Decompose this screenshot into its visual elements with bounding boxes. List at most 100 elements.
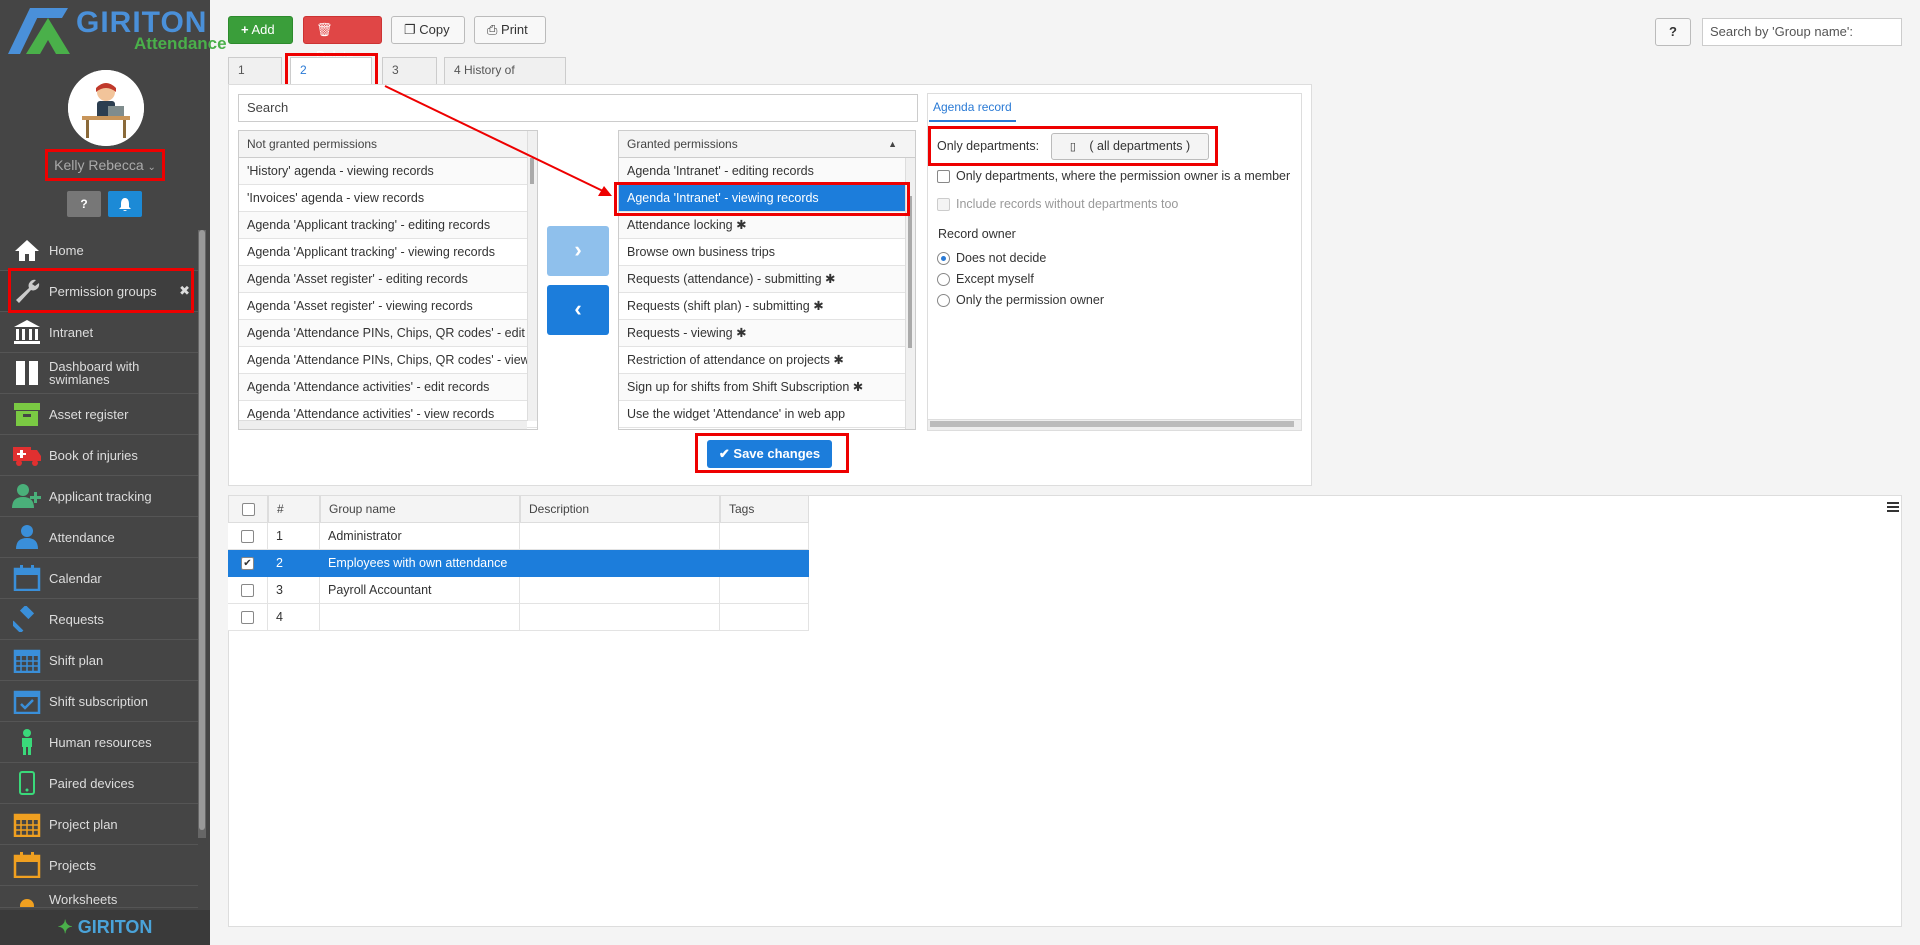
- not-granted-row[interactable]: Agenda 'Attendance activities' - edit re…: [239, 374, 537, 401]
- sidebar-item-dashboard[interactable]: Dashboard with swimlanes: [0, 353, 198, 394]
- granted-row[interactable]: Sign up for shifts from Shift Subscripti…: [619, 374, 915, 401]
- not-granted-row[interactable]: Agenda 'Attendance PINs, Chips, QR codes…: [239, 347, 537, 374]
- column-header-description[interactable]: Description: [520, 495, 720, 523]
- help-button[interactable]: ?: [67, 191, 101, 217]
- row-number[interactable]: 3: [268, 577, 320, 604]
- granted-row[interactable]: Use the widget 'Attendance' in web app: [619, 401, 915, 428]
- agenda-hscrollbar-thumb[interactable]: [930, 421, 1294, 427]
- row-tags[interactable]: [720, 523, 809, 550]
- select-all-checkbox[interactable]: [242, 503, 255, 516]
- user-avatar-icon: [68, 70, 144, 146]
- sidebar-item-paired-devices[interactable]: Paired devices: [0, 763, 198, 804]
- sidebar-item-requests[interactable]: Requests: [0, 599, 198, 640]
- granted-row[interactable]: Attendance locking ✱: [619, 212, 915, 239]
- add-button[interactable]: + Add: [228, 16, 293, 44]
- not-granted-row[interactable]: Agenda 'Asset register' - editing record…: [239, 266, 537, 293]
- tab-basic[interactable]: 1 Basic: [228, 57, 282, 102]
- row-checkbox[interactable]: [241, 530, 254, 543]
- close-icon[interactable]: ✖: [179, 283, 190, 299]
- save-changes-button[interactable]: ✔ Save changes: [707, 440, 832, 468]
- grant-permission-button[interactable]: ›: [547, 226, 609, 276]
- column-header-group-name[interactable]: Group name: [320, 495, 520, 523]
- not-granted-row[interactable]: Agenda 'Attendance PINs, Chips, QR codes…: [239, 320, 537, 347]
- group-search-input[interactable]: Search by 'Group name':: [1702, 18, 1902, 46]
- row-description[interactable]: [520, 604, 720, 631]
- owner-option-does-not-decide-radio[interactable]: [937, 252, 950, 265]
- user-menu[interactable]: Kelly Rebecca ⌄: [45, 149, 165, 181]
- sidebar-item-projects[interactable]: Projects: [0, 845, 198, 886]
- avatar[interactable]: [68, 70, 144, 146]
- giriton-logo[interactable]: GIRITON Attendance: [6, 4, 227, 60]
- not-granted-row[interactable]: Agenda 'Asset register' - viewing record…: [239, 293, 537, 320]
- granted-list[interactable]: Granted permissions ▲ Agenda 'Intranet' …: [618, 130, 916, 430]
- row-description[interactable]: [520, 523, 720, 550]
- granted-row[interactable]: Restriction of attendance on projects ✱: [619, 347, 915, 374]
- print-button[interactable]: ⎙ Print: [474, 16, 546, 44]
- sidebar-item-shift-subscription[interactable]: Shift subscription: [0, 681, 198, 722]
- grid-menu-icon[interactable]: [1886, 500, 1900, 514]
- sidebar-item-home[interactable]: Home: [0, 230, 198, 271]
- tab-users[interactable]: 3 Users: [382, 57, 437, 102]
- row-number[interactable]: 2: [268, 550, 320, 577]
- delete-button[interactable]: 🗑 Delete: [303, 16, 382, 63]
- copy-button[interactable]: ❐ Copy: [391, 16, 465, 44]
- row-checkbox[interactable]: ✔: [241, 557, 254, 570]
- granted-row[interactable]: Browse own business trips: [619, 239, 915, 266]
- row-tags[interactable]: [720, 604, 809, 631]
- permission-search-input[interactable]: Search: [238, 94, 918, 122]
- owner-option-only-owner-radio[interactable]: [937, 294, 950, 307]
- sidebar-item-permission-groups[interactable]: Permission groups ✖: [0, 271, 198, 312]
- row-tags[interactable]: [720, 577, 809, 604]
- granted-row[interactable]: Requests - viewing ✱: [619, 320, 915, 347]
- granted-row[interactable]: Requests (attendance) - submitting ✱: [619, 266, 915, 293]
- sidebar-item-calendar[interactable]: Calendar: [0, 558, 198, 599]
- sidebar-item-shift-plan[interactable]: Shift plan: [0, 640, 198, 681]
- not-granted-row[interactable]: Agenda 'Applicant tracking' - editing re…: [239, 212, 537, 239]
- tab-agenda-record[interactable]: Agenda record: [929, 95, 1016, 122]
- not-granted-list[interactable]: Not granted permissions 'History' agenda…: [238, 130, 538, 430]
- row-tags[interactable]: [720, 550, 809, 577]
- row-number[interactable]: 4: [268, 604, 320, 631]
- include-no-departments-checkbox[interactable]: [937, 198, 950, 211]
- column-header-num[interactable]: #: [268, 495, 320, 523]
- sort-asc-icon[interactable]: ▲: [888, 131, 897, 158]
- sidebar-item-applicant-tracking[interactable]: Applicant tracking: [0, 476, 198, 517]
- revoke-permission-button[interactable]: ‹: [547, 285, 609, 335]
- member-only-checkbox[interactable]: [937, 170, 950, 183]
- notifications-button[interactable]: [108, 191, 142, 217]
- row-group-name[interactable]: [320, 604, 520, 631]
- sidebar-item-asset-register[interactable]: Asset register: [0, 394, 198, 435]
- page-help-button[interactable]: ?: [1655, 18, 1691, 46]
- row-checkbox[interactable]: [241, 584, 254, 597]
- granted-row[interactable]: Agenda 'Intranet' - editing records: [619, 158, 915, 185]
- not-granted-rows: 'History' agenda - viewing records 'Invoi…: [239, 158, 537, 428]
- sidebar-item-worksheets[interactable]: Worksheets: [0, 886, 198, 908]
- tab-permissions[interactable]: 2 Permissions: [290, 57, 372, 102]
- row-checkbox[interactable]: [241, 611, 254, 624]
- not-granted-scrollbar-thumb[interactable]: [530, 158, 534, 184]
- not-granted-row[interactable]: Agenda 'Applicant tracking' - viewing re…: [239, 239, 537, 266]
- granted-row[interactable]: Agenda 'Intranet' - viewing records: [619, 185, 915, 212]
- granted-row[interactable]: Requests (shift plan) - submitting ✱: [619, 293, 915, 320]
- sidebar-item-book-of-injuries[interactable]: Book of injuries: [0, 435, 198, 476]
- tab-history[interactable]: 4 History of changes: [444, 57, 566, 102]
- sidebar-item-project-plan[interactable]: Project plan: [0, 804, 198, 845]
- sidebar-item-human-resources[interactable]: Human resources: [0, 722, 198, 763]
- row-group-name[interactable]: Employees with own attendance: [320, 550, 520, 577]
- not-granted-hscrollbar[interactable]: [239, 420, 527, 429]
- not-granted-row[interactable]: 'History' agenda - viewing records: [239, 158, 537, 185]
- row-number[interactable]: 1: [268, 523, 320, 550]
- row-description[interactable]: [520, 577, 720, 604]
- departments-select-button[interactable]: ▯ ( all departments ): [1051, 133, 1209, 160]
- sidebar-item-intranet[interactable]: Intranet: [0, 312, 198, 353]
- sidebar-item-attendance[interactable]: Attendance: [0, 517, 198, 558]
- owner-option-except-myself-radio[interactable]: [937, 273, 950, 286]
- row-group-name[interactable]: Payroll Accountant: [320, 577, 520, 604]
- row-group-name[interactable]: Administrator: [320, 523, 520, 550]
- not-granted-row[interactable]: 'Invoices' agenda - view records: [239, 185, 537, 212]
- not-granted-header: Not granted permissions: [239, 131, 537, 158]
- column-header-tags[interactable]: Tags: [720, 495, 809, 523]
- row-description[interactable]: [520, 550, 720, 577]
- sidebar-scrollbar-thumb[interactable]: [199, 230, 205, 830]
- granted-scrollbar-thumb[interactable]: [908, 196, 912, 348]
